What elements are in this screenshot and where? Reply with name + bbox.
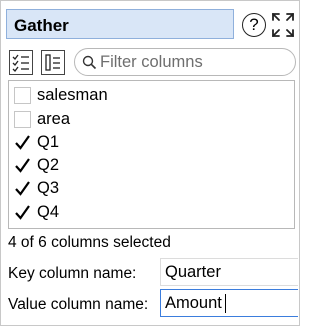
- help-icon[interactable]: ?: [242, 13, 266, 37]
- titlebar: Gather: [6, 9, 234, 39]
- select-none-button[interactable]: [41, 50, 65, 75]
- column-list: salesman area Q1 Q2 Q3 Q4: [8, 80, 295, 229]
- checkbox[interactable]: [14, 180, 31, 197]
- column-label: Q3: [37, 179, 60, 197]
- list-icon: [45, 54, 60, 71]
- checkmark-icon: [15, 205, 30, 220]
- gather-panel: Gather ? Filter columns salesman area Q1…: [0, 0, 300, 326]
- checkbox[interactable]: [14, 111, 31, 128]
- list-item[interactable]: Q4: [11, 201, 291, 225]
- filter-columns-input[interactable]: Filter columns: [74, 48, 296, 76]
- key-column-value: Quarter: [165, 263, 221, 281]
- list-item[interactable]: salesman: [11, 84, 291, 108]
- checkbox[interactable]: [14, 204, 31, 221]
- checkmark-icon: [15, 158, 30, 173]
- filter-placeholder: Filter columns: [100, 53, 203, 71]
- checkbox[interactable]: [14, 134, 31, 151]
- value-column-label: Value column name:: [8, 296, 149, 313]
- checkbox[interactable]: [14, 157, 31, 174]
- checkmark-icon: [15, 181, 30, 196]
- checkbox[interactable]: [14, 87, 31, 104]
- list-item[interactable]: Q3: [11, 177, 291, 201]
- column-label: Q1: [37, 133, 60, 151]
- list-item[interactable]: Q1: [11, 131, 291, 155]
- key-column-input[interactable]: Quarter: [160, 258, 298, 286]
- search-icon: [82, 55, 97, 70]
- list-item[interactable]: area: [11, 108, 291, 132]
- selection-status: 4 of 6 columns selected: [8, 234, 171, 251]
- text-caret: [225, 294, 226, 313]
- column-label: salesman: [37, 86, 108, 104]
- checkmark-icon: [15, 135, 30, 150]
- value-column-value: Amount: [165, 294, 222, 312]
- column-label: Q4: [37, 203, 60, 221]
- column-label: Q2: [37, 156, 60, 174]
- value-column-input[interactable]: Amount: [160, 289, 298, 317]
- panel-title: Gather: [14, 16, 69, 35]
- expand-icon[interactable]: [271, 12, 295, 38]
- column-label: area: [37, 110, 71, 128]
- key-column-label: Key column name:: [8, 265, 137, 282]
- check-all-button[interactable]: [9, 50, 33, 75]
- list-item[interactable]: Q2: [11, 154, 291, 178]
- checklist-icon: [12, 54, 29, 72]
